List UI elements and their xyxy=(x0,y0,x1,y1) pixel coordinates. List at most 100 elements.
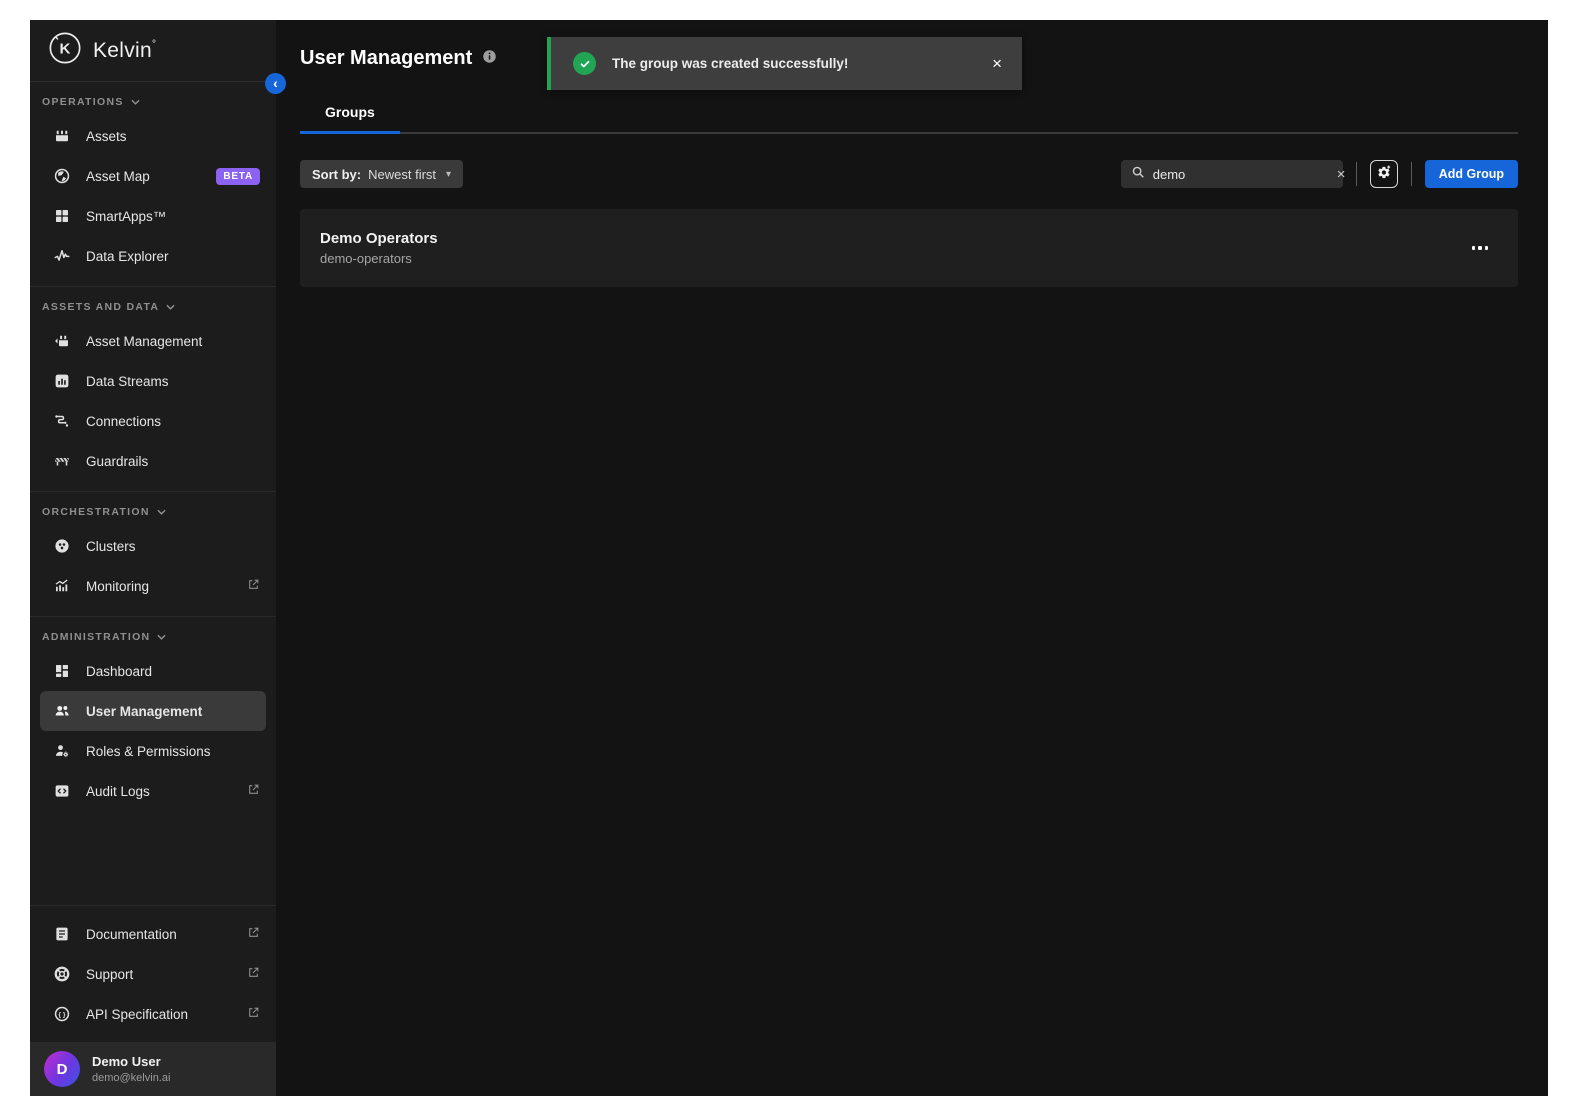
toolbar-right: × Add Group xyxy=(1121,160,1518,188)
external-link-icon xyxy=(247,783,260,799)
tab-bar: Groups xyxy=(300,96,1518,134)
sidebar-item-guardrails[interactable]: Guardrails xyxy=(30,441,276,481)
sidebar-item-roles-permissions[interactable]: Roles & Permissions xyxy=(30,731,276,771)
sidebar-item-documentation[interactable]: Documentation xyxy=(30,914,276,954)
sidebar-item-api-specification[interactable]: { } API Specification xyxy=(30,994,276,1034)
page-title: User Management xyxy=(300,47,472,70)
sort-dropdown[interactable]: Sort by: Newest first ▾ xyxy=(300,160,463,188)
section-header-assets-and-data[interactable]: ASSETS AND DATA xyxy=(30,299,276,321)
info-icon[interactable] xyxy=(482,49,497,69)
section-header-administration[interactable]: ADMINISTRATION xyxy=(30,629,276,651)
settings-button[interactable] xyxy=(1370,160,1398,188)
sidebar-item-label: User Management xyxy=(86,704,202,719)
data-streams-icon xyxy=(52,371,72,391)
sidebar-item-asset-map[interactable]: Asset Map BETA xyxy=(30,156,276,196)
chevron-down-icon xyxy=(157,631,166,643)
app-window: K Kelvin° OPERATIONS Assets Asset Map xyxy=(30,20,1548,1096)
sidebar-item-clusters[interactable]: Clusters xyxy=(30,526,276,566)
user-management-icon xyxy=(52,701,72,721)
toast-close-button[interactable]: × xyxy=(992,54,1002,74)
toolbar: Sort by: Newest first ▾ × Add Group xyxy=(300,160,1518,188)
sidebar-item-data-streams[interactable]: Data Streams xyxy=(30,361,276,401)
audit-logs-icon xyxy=(52,781,72,801)
search-clear-button[interactable]: × xyxy=(1337,166,1346,183)
tab-groups[interactable]: Groups xyxy=(300,96,400,134)
section-label: ORCHESTRATION xyxy=(42,506,150,518)
search-icon xyxy=(1131,165,1145,184)
sidebar-item-label: Monitoring xyxy=(86,579,149,594)
chevron-down-icon xyxy=(157,506,166,518)
sidebar-item-label: API Specification xyxy=(86,1007,188,1022)
sidebar-item-label: Asset Map xyxy=(86,169,150,184)
external-link-icon xyxy=(247,926,260,942)
asset-map-icon xyxy=(52,166,72,186)
monitoring-icon xyxy=(52,576,72,596)
sidebar-section-orchestration: ORCHESTRATION Clusters Monitoring xyxy=(30,491,276,616)
sidebar-item-asset-management[interactable]: Asset Management xyxy=(30,321,276,361)
check-icon xyxy=(573,52,596,75)
data-explorer-icon xyxy=(52,246,72,266)
sidebar-item-audit-logs[interactable]: Audit Logs xyxy=(30,771,276,811)
roles-permissions-icon xyxy=(52,741,72,761)
sidebar-item-monitoring[interactable]: Monitoring xyxy=(30,566,276,606)
user-name: Demo User xyxy=(92,1054,170,1069)
toolbar-divider xyxy=(1356,162,1357,186)
toast-message: The group was created successfully! xyxy=(612,56,848,71)
group-row-demo-operators[interactable]: Demo Operators demo-operators xyxy=(300,209,1518,287)
kelvin-logo-icon: K xyxy=(48,31,82,70)
sidebar-item-label: Dashboard xyxy=(86,664,152,679)
documentation-icon xyxy=(52,924,72,944)
main-content: User Management The group was created su… xyxy=(276,20,1548,1096)
sidebar: K Kelvin° OPERATIONS Assets Asset Map xyxy=(30,20,276,1096)
caret-down-icon: ▾ xyxy=(446,169,451,180)
sidebar-section-operations: OPERATIONS Assets Asset Map BETA SmartAp… xyxy=(30,82,276,286)
add-group-button[interactable]: Add Group xyxy=(1425,160,1518,188)
svg-text:K: K xyxy=(60,41,71,58)
api-specification-icon: { } xyxy=(52,1004,72,1024)
search-input[interactable] xyxy=(1153,167,1329,182)
search-box: × xyxy=(1121,160,1343,188)
gear-sparkle-icon xyxy=(1375,164,1392,184)
toolbar-divider xyxy=(1411,162,1412,186)
sidebar-item-label: Data Explorer xyxy=(86,249,169,264)
sidebar-item-label: Connections xyxy=(86,414,161,429)
section-header-operations[interactable]: OPERATIONS xyxy=(30,94,276,116)
sidebar-item-smartapps[interactable]: SmartApps™ xyxy=(30,196,276,236)
assets-icon xyxy=(52,126,72,146)
kelvin-logo: K Kelvin° xyxy=(30,20,276,82)
user-email: demo@kelvin.ai xyxy=(92,1072,170,1084)
sidebar-item-data-explorer[interactable]: Data Explorer xyxy=(30,236,276,276)
avatar: D xyxy=(44,1051,80,1087)
section-header-orchestration[interactable]: ORCHESTRATION xyxy=(30,504,276,526)
user-menu[interactable]: D Demo User demo@kelvin.ai xyxy=(30,1042,276,1096)
svg-text:{ }: { } xyxy=(58,1011,66,1018)
group-slug: demo-operators xyxy=(320,251,438,266)
sort-label: Sort by: xyxy=(312,167,361,182)
logo-trademark: ° xyxy=(152,39,156,50)
group-name: Demo Operators xyxy=(320,230,438,247)
asset-management-icon xyxy=(52,331,72,351)
sidebar-item-connections[interactable]: Connections xyxy=(30,401,276,441)
sidebar-item-label: Guardrails xyxy=(86,454,148,469)
sidebar-item-label: Audit Logs xyxy=(86,784,150,799)
sidebar-item-user-management[interactable]: User Management xyxy=(40,691,266,731)
external-link-icon xyxy=(247,578,260,594)
sidebar-collapse-button[interactable]: ‹ xyxy=(265,73,286,94)
kelvin-logo-text: Kelvin° xyxy=(93,39,156,63)
clusters-icon xyxy=(52,536,72,556)
external-link-icon xyxy=(247,966,260,982)
beta-badge: BETA xyxy=(216,168,260,185)
group-actions-menu-icon[interactable] xyxy=(1470,240,1491,256)
section-label: ADMINISTRATION xyxy=(42,631,150,643)
section-label: OPERATIONS xyxy=(42,96,124,108)
sidebar-item-assets[interactable]: Assets xyxy=(30,116,276,156)
sidebar-footer: Documentation Support { } API Specificat… xyxy=(30,905,276,1096)
sidebar-item-label: Assets xyxy=(86,129,127,144)
sidebar-nav: OPERATIONS Assets Asset Map BETA SmartAp… xyxy=(30,82,276,905)
sidebar-item-support[interactable]: Support xyxy=(30,954,276,994)
sidebar-item-dashboard[interactable]: Dashboard xyxy=(30,651,276,691)
connections-icon xyxy=(52,411,72,431)
sidebar-item-label: SmartApps™ xyxy=(86,209,166,224)
dashboard-icon xyxy=(52,661,72,681)
sort-value: Newest first xyxy=(368,167,436,182)
